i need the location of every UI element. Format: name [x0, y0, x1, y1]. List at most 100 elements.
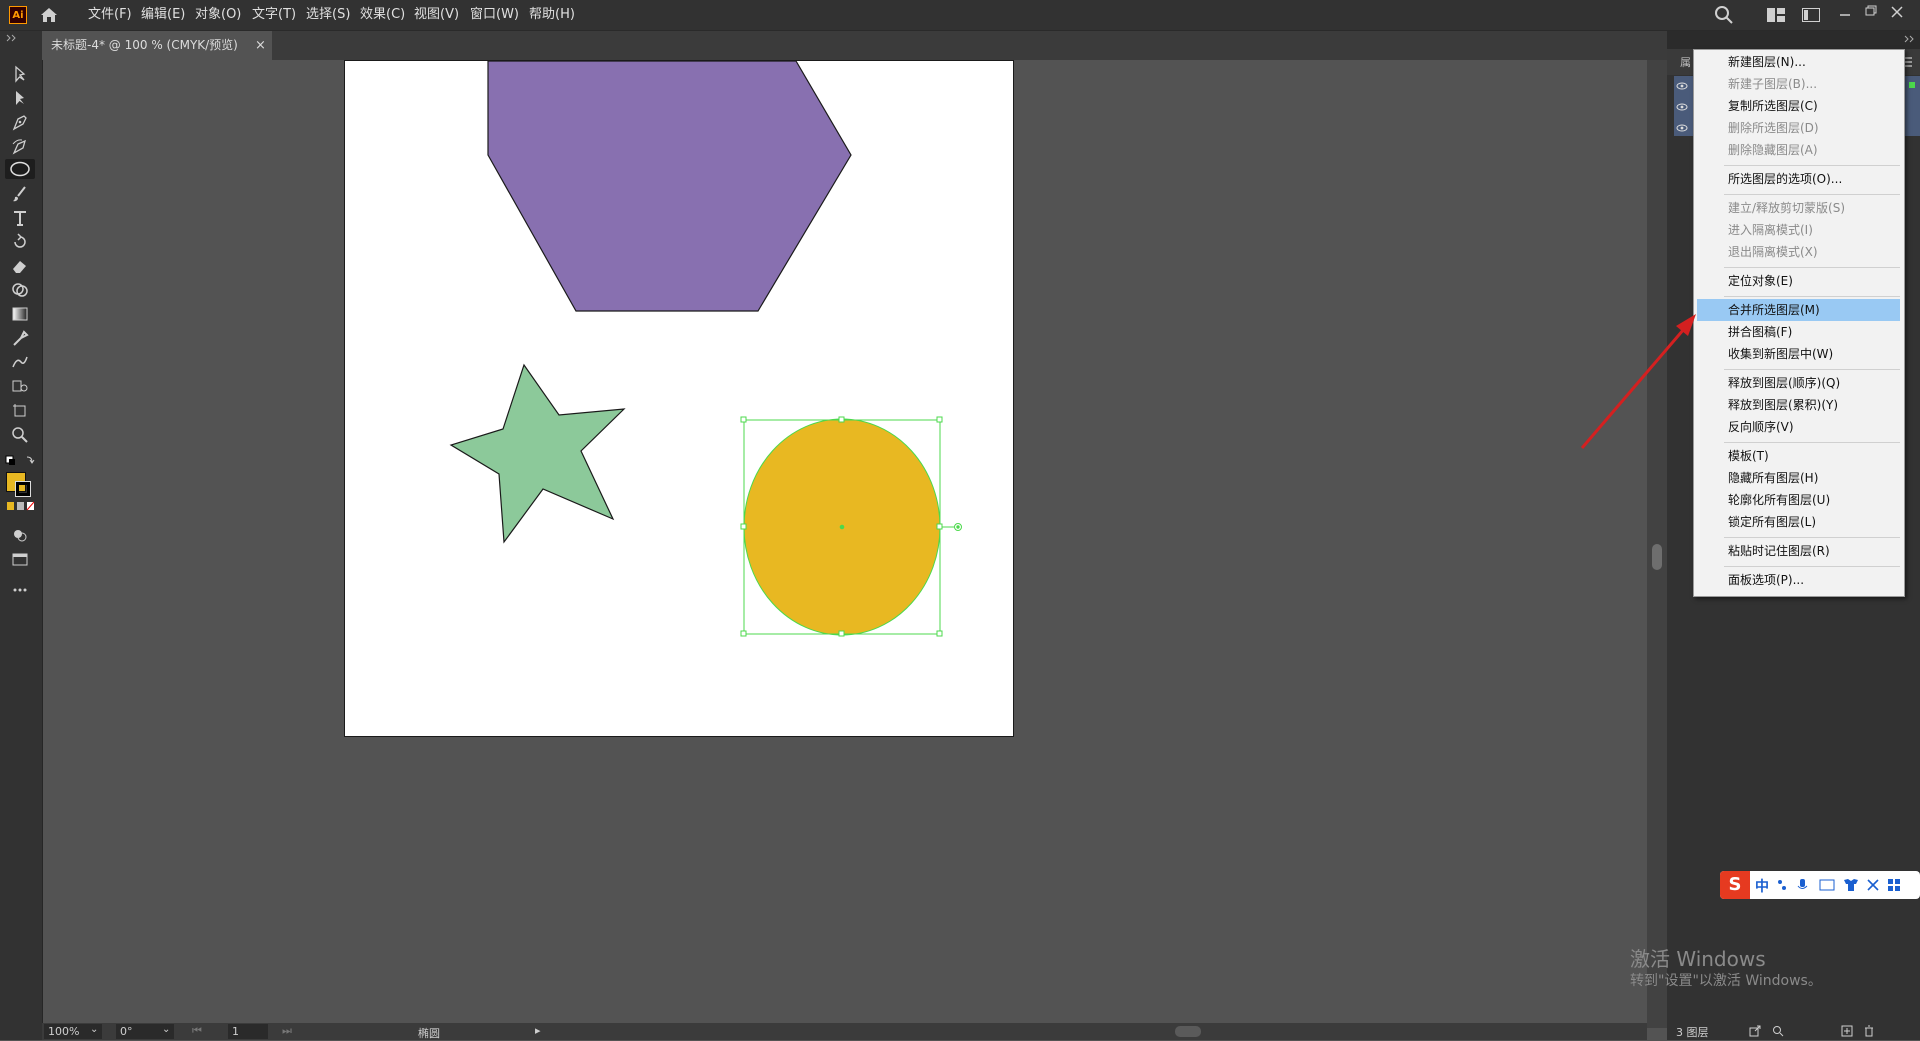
menu-item-paste-remembers-layers[interactable]: 粘贴时记住图层(R)	[1694, 540, 1902, 562]
menu-item-lock-all-layers[interactable]: 锁定所有图层(L)	[1694, 511, 1902, 533]
menu-item-release-build[interactable]: 释放到图层(累积)(Y)	[1694, 394, 1902, 416]
menu-item-layer-options[interactable]: 所选图层的选项(O)...	[1694, 168, 1902, 190]
menu-bar: Ai 文件(F) 编辑(E) 对象(O) 文字(T) 选择(S) 效果(C) 视…	[0, 0, 1920, 31]
menu-item-release-sequence[interactable]: 释放到图层(顺序)(Q)	[1694, 372, 1902, 394]
curvature-tool-icon[interactable]	[9, 136, 31, 156]
menu-item-new-layer[interactable]: 新建图层(N)...	[1694, 51, 1902, 73]
artboard-number: 1	[232, 1025, 239, 1038]
rotation-value: 0°	[120, 1025, 133, 1038]
close-tab-icon[interactable]: ×	[255, 31, 266, 60]
layer-color-marker	[1909, 82, 1915, 88]
artboard[interactable]	[344, 60, 1014, 737]
pen-tool-icon[interactable]	[9, 112, 31, 132]
menu-file[interactable]: 文件(F)	[88, 0, 132, 30]
close-window-icon[interactable]	[1890, 5, 1904, 19]
menu-item-clipping-mask[interactable]: 建立/释放剪切蒙版(S)	[1694, 197, 1902, 219]
menu-help[interactable]: 帮助(H)	[529, 0, 575, 30]
type-tool-icon[interactable]	[9, 208, 31, 228]
gradient-tool-icon[interactable]	[9, 304, 31, 324]
paintbrush-tool-icon[interactable]	[9, 184, 31, 204]
menu-item-enter-isolation[interactable]: 进入隔离模式(I)	[1694, 219, 1902, 241]
color-mode-icons[interactable]	[6, 501, 36, 511]
restore-icon[interactable]	[1864, 5, 1878, 17]
zoom-field[interactable]: 100% ⌄	[44, 1024, 102, 1039]
zoom-tool-icon[interactable]	[9, 424, 31, 444]
panel-tab-properties[interactable]: 属	[1680, 54, 1691, 70]
menu-item-delete-hidden-layers[interactable]: 删除隐藏图层(A)	[1694, 139, 1902, 161]
eraser-tool-icon[interactable]	[9, 256, 31, 276]
delete-layer-icon[interactable]	[1863, 1025, 1875, 1037]
eyedropper-tool-icon[interactable]	[9, 328, 31, 348]
drawing-mode-icon[interactable]	[9, 525, 31, 545]
menu-item-delete-layer[interactable]: 删除所选图层(D)	[1694, 117, 1902, 139]
workspace-icon[interactable]	[1802, 8, 1820, 22]
default-colors-icon[interactable]	[5, 455, 35, 467]
artboard-number-field[interactable]: 1	[228, 1024, 268, 1039]
ime-mode[interactable]: 中	[1755, 876, 1769, 896]
rotation-field[interactable]: 0° ⌄	[116, 1024, 174, 1039]
menu-window[interactable]: 窗口(W)	[470, 0, 519, 30]
menu-item-outline-all-layers[interactable]: 轮廓化所有图层(U)	[1694, 489, 1902, 511]
artboard-nav-last-icon[interactable]: ⏭	[282, 1024, 292, 1038]
rotate-tool-icon[interactable]	[9, 232, 31, 252]
minimize-icon[interactable]	[1838, 9, 1852, 21]
chevron-down-icon[interactable]: ⌄	[162, 1024, 170, 1035]
menu-item-duplicate-layer[interactable]: 复制所选图层(C)	[1694, 95, 1902, 117]
menu-item-exit-isolation[interactable]: 退出隔离模式(X)	[1694, 241, 1902, 263]
shape-builder-tool-icon[interactable]	[9, 280, 31, 300]
menu-item-merge-layers[interactable]: 合并所选图层(M)	[1697, 299, 1900, 321]
menu-separator	[1724, 267, 1900, 268]
menu-type[interactable]: 文字(T)	[252, 0, 296, 30]
visibility-eye-icon[interactable]	[1676, 124, 1688, 132]
horizontal-scrollbar-thumb[interactable]	[1175, 1026, 1201, 1037]
ime-tool-icons[interactable]	[1776, 878, 1916, 892]
canvas-vertical-scrollbar[interactable]	[1647, 60, 1667, 1028]
menu-separator	[1724, 194, 1900, 195]
scrollbar-thumb[interactable]	[1652, 544, 1662, 570]
menu-item-hide-all-layers[interactable]: 隐藏所有图层(H)	[1694, 467, 1902, 489]
symbol-sprayer-tool-icon[interactable]	[9, 376, 31, 396]
menu-item-reverse-order[interactable]: 反向顺序(V)	[1694, 416, 1902, 438]
menu-item-locate-object[interactable]: 定位对象(E)	[1694, 270, 1902, 292]
star-shape[interactable]	[449, 363, 626, 544]
menu-item-panel-options[interactable]: 面板选项(P)...	[1694, 569, 1902, 591]
selection-type: 椭圆	[418, 1027, 440, 1040]
menu-item-flatten-artwork[interactable]: 拼合图稿(F)	[1694, 321, 1902, 343]
menu-edit[interactable]: 编辑(E)	[141, 0, 185, 30]
chevron-down-icon[interactable]: ⌄	[90, 1024, 98, 1035]
tools-panel	[0, 31, 43, 1040]
menu-item-collect-in-new-layer[interactable]: 收集到新图层中(W)	[1694, 343, 1902, 365]
sogou-logo[interactable]: S	[1720, 871, 1750, 899]
status-bar: 100% ⌄ 0° ⌄ ⏮ 1 ⏭ 椭圆 ▸	[42, 1023, 1647, 1040]
new-layer-icon[interactable]	[1841, 1025, 1853, 1037]
expand-panel-icon[interactable]	[6, 34, 18, 42]
collapse-dock-icon[interactable]	[1904, 35, 1916, 43]
more-tools-icon[interactable]	[9, 580, 31, 600]
menu-object[interactable]: 对象(O)	[195, 0, 241, 30]
export-icon[interactable]	[1749, 1025, 1761, 1037]
menu-select[interactable]: 选择(S)	[306, 0, 350, 30]
document-tab-bar	[42, 31, 1667, 60]
stroke-swatch[interactable]	[15, 481, 31, 497]
hexagon-shape[interactable]	[487, 61, 852, 312]
visibility-eye-icon[interactable]	[1676, 82, 1688, 90]
menu-item-template[interactable]: 模板(T)	[1694, 445, 1902, 467]
artboard-nav-first-icon[interactable]: ⏮	[192, 1024, 202, 1038]
status-menu-arrow-icon[interactable]: ▸	[535, 1024, 541, 1037]
menu-separator	[1724, 369, 1900, 370]
blend-tool-icon[interactable]	[9, 352, 31, 372]
artboard-tool-icon[interactable]	[9, 400, 31, 420]
ellipse-tool-active[interactable]	[5, 159, 35, 179]
document-tab[interactable]: 未标题-4* @ 100 % (CMYK/预览) ×	[42, 31, 272, 60]
visibility-eye-icon[interactable]	[1676, 103, 1688, 111]
screen-mode-icon[interactable]	[9, 549, 31, 569]
arrange-documents-icon[interactable]	[1767, 8, 1785, 22]
menu-view[interactable]: 视图(V)	[414, 0, 459, 30]
menu-item-new-sublayer[interactable]: 新建子图层(B)...	[1694, 73, 1902, 95]
menu-effect[interactable]: 效果(C)	[360, 0, 405, 30]
locate-object-icon[interactable]	[1772, 1025, 1784, 1037]
selection-tool-icon[interactable]	[9, 64, 31, 84]
home-icon[interactable]	[38, 5, 60, 25]
search-icon[interactable]	[1714, 5, 1734, 25]
direct-selection-tool-icon[interactable]	[9, 88, 31, 108]
